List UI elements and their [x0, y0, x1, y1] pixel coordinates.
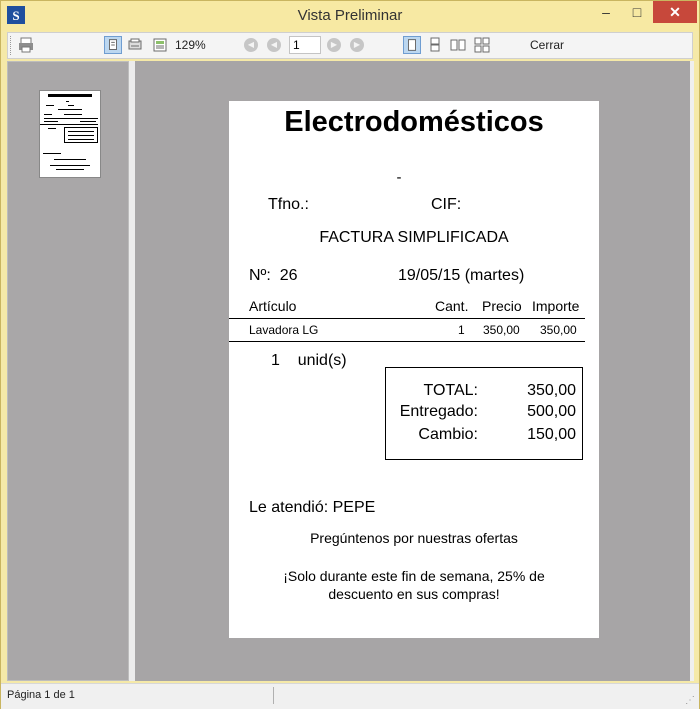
- paid-label: Entregado:: [399, 403, 478, 420]
- units-count: 1 unid(s): [271, 352, 347, 369]
- maximize-button[interactable]: □: [623, 1, 651, 23]
- phone-label: Tfno.:: [268, 196, 309, 213]
- change-value: 150,00: [527, 426, 576, 443]
- item-amount: 350,00: [540, 323, 577, 337]
- invoice-date: 19/05/15 (martes): [398, 267, 525, 284]
- receipt-page: Electrodomésticos - Tfno.: CIF: FACTURA …: [229, 101, 599, 638]
- close-preview-button[interactable]: Cerrar: [526, 34, 568, 56]
- resize-grip-icon[interactable]: ⋰: [685, 695, 695, 706]
- four-pages-icon[interactable]: [473, 36, 491, 54]
- promo-offer: ¡Solo durante este fin de semana, 25% de…: [229, 567, 599, 603]
- col-price-header: Precio: [482, 298, 522, 314]
- cif-label: CIF:: [431, 196, 462, 213]
- item-qty: 1: [458, 323, 465, 337]
- col-article-header: Artículo: [249, 298, 297, 314]
- page-number-input[interactable]: [289, 36, 321, 54]
- invoice-number: Nº: 26: [249, 267, 298, 284]
- total-value: 350,00: [527, 382, 576, 399]
- status-bar: Página 1 de 1 ⋰: [1, 683, 699, 709]
- promo-offer-line-2: descuento en sus compras!: [328, 586, 500, 602]
- change-label: Cambio:: [418, 426, 478, 443]
- total-label: TOTAL:: [423, 382, 478, 399]
- zoom-level[interactable]: 129%: [175, 38, 206, 52]
- status-separator: [273, 687, 274, 704]
- item-price: 350,00: [483, 323, 520, 337]
- store-name: Electrodomésticos: [284, 106, 544, 138]
- paid-value: 500,00: [527, 403, 576, 420]
- totals-box: TOTAL: 350,00 Entregado: 500,00 Cambio: …: [385, 367, 583, 460]
- promo-line: Pregúntenos por nuestras ofertas: [310, 530, 518, 546]
- col-amount-header: Importe: [532, 298, 580, 314]
- next-page-button[interactable]: ▶: [327, 38, 341, 52]
- close-window-button[interactable]: ✕: [653, 1, 697, 23]
- page-setup-icon[interactable]: [126, 36, 144, 54]
- first-page-button[interactable]: ◀: [244, 38, 258, 52]
- promo-offer-line-1: ¡Solo durante este fin de semana, 25% de: [283, 568, 545, 584]
- header-rule: [229, 318, 585, 319]
- items-rule: [229, 341, 585, 342]
- print-icon[interactable]: [17, 36, 35, 54]
- col-qty-header: Cant.: [435, 298, 469, 314]
- page-status: Página 1 de 1: [7, 689, 75, 701]
- fit-page-icon[interactable]: [151, 36, 169, 54]
- document-type: FACTURA SIMPLIFICADA: [319, 229, 509, 246]
- vertical-scrollbar[interactable]: [690, 61, 694, 681]
- title-bar: S Vista Preliminar – □ ✕: [1, 1, 699, 31]
- attended-by: Le atendió: PEPE: [249, 499, 376, 516]
- preview-area[interactable]: Electrodomésticos - Tfno.: CIF: FACTURA …: [135, 61, 690, 681]
- single-page-layout-icon[interactable]: [403, 36, 421, 54]
- previous-page-button[interactable]: ◀: [267, 38, 281, 52]
- address-line: -: [396, 169, 402, 186]
- two-pages-horizontal-icon[interactable]: [449, 36, 467, 54]
- item-article: Lavadora LG: [249, 323, 319, 337]
- toolbar-grip: [10, 36, 13, 55]
- toolbar: 129% ◀ ◀ ▶ ▶ Cerrar: [7, 32, 693, 59]
- one-page-view-icon[interactable]: [104, 36, 122, 54]
- minimize-button[interactable]: –: [591, 1, 621, 23]
- last-page-button[interactable]: ▶: [350, 38, 364, 52]
- page-thumbnail[interactable]: [39, 90, 101, 178]
- two-pages-vertical-icon[interactable]: [426, 36, 444, 54]
- thumbnail-pane[interactable]: [7, 61, 129, 681]
- print-preview-window: S Vista Preliminar – □ ✕ 129% ◀ ◀ 1 ▶ ▶ …: [0, 0, 700, 709]
